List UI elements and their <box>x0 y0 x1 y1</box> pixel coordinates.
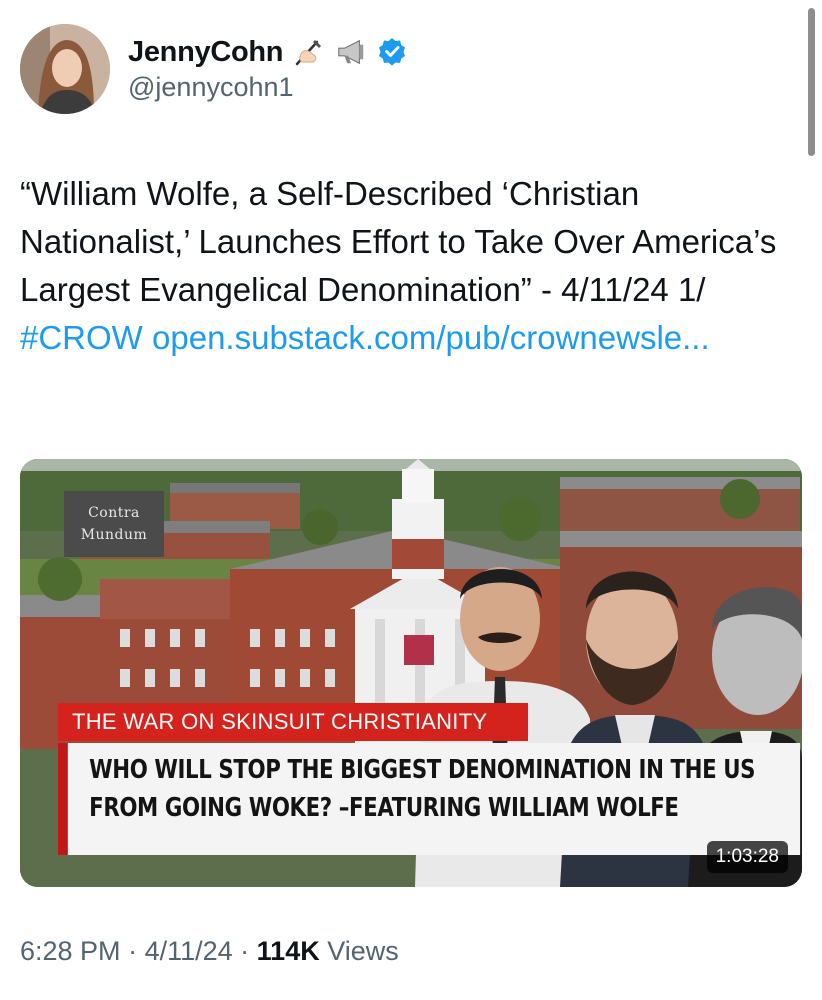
contra-mundum-watermark: Contra Mundum <box>64 491 164 557</box>
scrollbar[interactable] <box>808 8 815 156</box>
hashtag-link[interactable]: #CROW <box>20 319 143 356</box>
meta-separator: · <box>120 936 145 966</box>
watermark-line2: Mundum <box>80 527 148 543</box>
author-name-row: JennyCohn <box>128 32 409 72</box>
video-thumbnail[interactable]: Contra Mundum THE WAR ON SKINSUIT CHRIST… <box>20 459 802 887</box>
white-banner-headline: WHO WILL STOP THE BIGGEST DENOMINATION I… <box>58 743 801 855</box>
author-handle[interactable]: @jennycohn1 <box>128 72 294 103</box>
tweet-body: “William Wolfe, a Self-Described ‘Christ… <box>20 175 777 308</box>
verified-badge-icon[interactable] <box>377 36 409 68</box>
headline-line1: WHO WILL STOP THE BIGGEST DENOMINATION I… <box>89 755 756 785</box>
views-count: 114K <box>256 936 320 966</box>
substack-link[interactable]: open.substack.com/pub/crownewsle... <box>143 319 710 356</box>
tweet-date[interactable]: 4/11/24 <box>145 936 233 966</box>
avatar-image <box>20 24 110 114</box>
tweet-time[interactable]: 6:28 PM <box>20 936 121 966</box>
meta-separator: · <box>232 936 257 966</box>
watermark-line1: Contra <box>88 505 140 521</box>
megaphone-emoji <box>335 36 367 68</box>
video-duration-badge: 1:03:28 <box>706 841 788 873</box>
writing-hand-emoji <box>293 36 325 68</box>
tweet-meta: 6:28 PM · 4/11/24 · 114K Views <box>20 936 399 967</box>
views-label: Views <box>319 936 399 966</box>
avatar[interactable] <box>20 24 110 114</box>
headline-line2: FROM GOING WOKE? –FEATURING WILLIAM WOLF… <box>89 793 679 823</box>
red-banner-title: THE WAR ON SKINSUIT CHRISTIANITY <box>58 703 528 741</box>
author-display-name[interactable]: JennyCohn <box>128 36 284 69</box>
tweet-text: “William Wolfe, a Self-Described ‘Christ… <box>20 170 800 362</box>
